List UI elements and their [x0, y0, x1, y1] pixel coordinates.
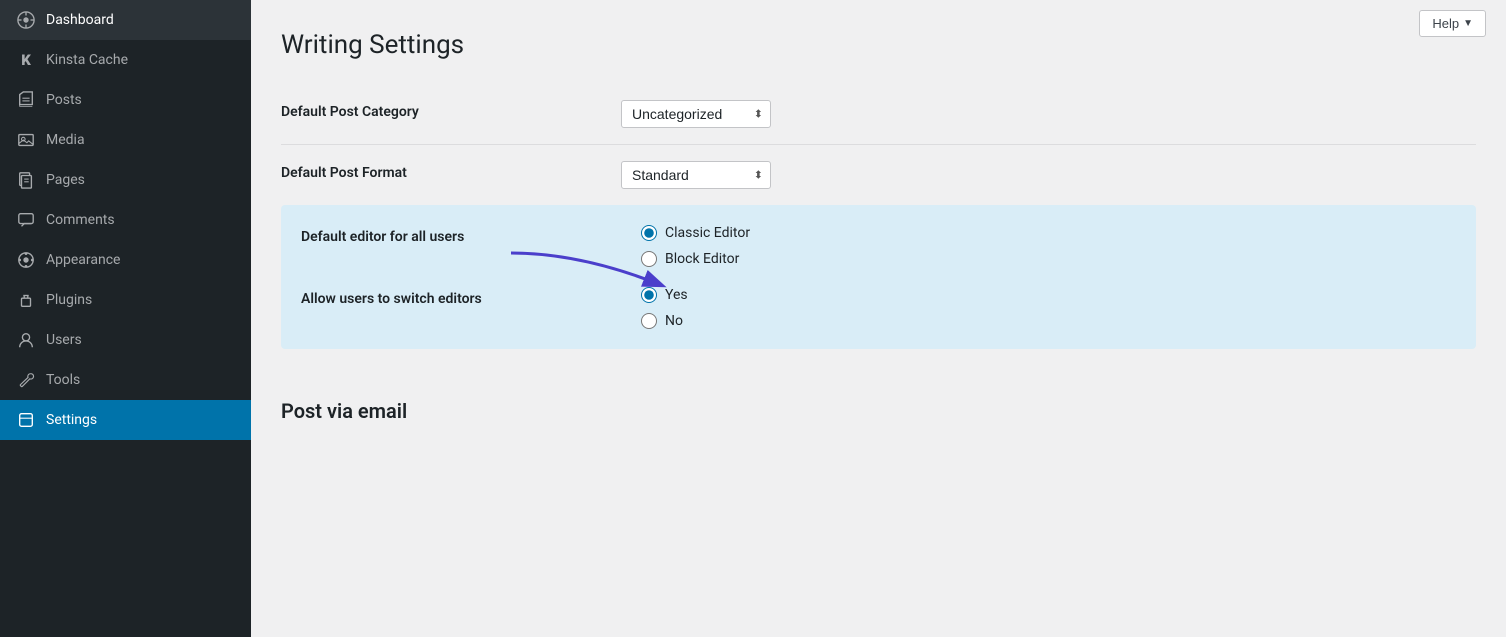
help-label: Help: [1432, 16, 1459, 31]
sidebar-label-appearance: Appearance: [46, 252, 120, 268]
plugins-icon: [16, 290, 36, 310]
kinsta-icon: K: [16, 50, 36, 70]
control-default-editor: Classic Editor Block Editor: [641, 225, 750, 267]
radio-no[interactable]: [641, 313, 657, 329]
sidebar-label-posts: Posts: [46, 92, 82, 108]
sidebar-label-media: Media: [46, 132, 85, 148]
setting-row-post-via-email: Post via email: [281, 357, 1476, 439]
media-icon: [16, 130, 36, 150]
sidebar-label-settings: Settings: [46, 412, 97, 428]
sidebar-item-posts[interactable]: Posts: [0, 80, 251, 120]
settings-icon: [16, 410, 36, 430]
sidebar: Dashboard K Kinsta Cache Posts Media Pag…: [0, 0, 251, 637]
control-default-post-format: Standard Aside Chat Gallery Link Image Q…: [621, 161, 1476, 189]
sidebar-label-users: Users: [46, 332, 82, 348]
comments-icon: [16, 210, 36, 230]
select-wrapper-category: Uncategorized: [621, 100, 771, 128]
help-chevron-icon: ▼: [1463, 18, 1473, 29]
sidebar-label-kinsta: Kinsta Cache: [46, 52, 128, 68]
sidebar-item-settings[interactable]: Settings: [0, 400, 251, 440]
posts-icon: [16, 90, 36, 110]
label-block-editor: Block Editor: [665, 251, 739, 267]
sidebar-label-plugins: Plugins: [46, 292, 92, 308]
tools-icon: [16, 370, 36, 390]
sidebar-label-pages: Pages: [46, 172, 85, 188]
section-title-post-via-email: Post via email: [281, 383, 407, 423]
dashboard-icon: [16, 10, 36, 30]
sidebar-item-appearance[interactable]: Appearance: [0, 240, 251, 280]
sidebar-item-plugins[interactable]: Plugins: [0, 280, 251, 320]
main-content: Help ▼ Writing Settings Default Post Cat…: [251, 0, 1506, 637]
setting-row-default-post-format: Default Post Format Standard Aside Chat …: [281, 144, 1476, 205]
sidebar-label-comments: Comments: [46, 212, 115, 228]
users-icon: [16, 330, 36, 350]
label-yes: Yes: [665, 287, 688, 303]
page-title: Writing Settings: [281, 30, 1476, 60]
sidebar-label-tools: Tools: [46, 372, 80, 388]
label-default-post-format: Default Post Format: [281, 161, 621, 181]
sidebar-item-comments[interactable]: Comments: [0, 200, 251, 240]
control-allow-switch: Yes No: [641, 287, 688, 329]
allow-switch-row: Allow users to switch editors Yes No: [301, 287, 688, 329]
sidebar-item-users[interactable]: Users: [0, 320, 251, 360]
radio-block-editor[interactable]: [641, 251, 657, 267]
label-classic-editor: Classic Editor: [665, 225, 750, 241]
default-editor-row: Default editor for all users Classic Edi…: [301, 225, 750, 267]
help-button[interactable]: Help ▼: [1419, 10, 1486, 37]
settings-table: Default Post Category Uncategorized Defa…: [281, 84, 1476, 439]
sidebar-item-dashboard[interactable]: Dashboard: [0, 0, 251, 40]
radio-item-classic[interactable]: Classic Editor: [641, 225, 750, 241]
sidebar-item-pages[interactable]: Pages: [0, 160, 251, 200]
select-wrapper-format: Standard Aside Chat Gallery Link Image Q…: [621, 161, 771, 189]
sidebar-item-tools[interactable]: Tools: [0, 360, 251, 400]
setting-row-default-post-category: Default Post Category Uncategorized: [281, 84, 1476, 144]
sidebar-item-kinsta-cache[interactable]: K Kinsta Cache: [0, 40, 251, 80]
radio-item-block[interactable]: Block Editor: [641, 251, 750, 267]
appearance-icon: [16, 250, 36, 270]
label-no: No: [665, 313, 683, 329]
pages-icon: [16, 170, 36, 190]
select-default-post-format[interactable]: Standard Aside Chat Gallery Link Image Q…: [621, 161, 771, 189]
radio-item-yes[interactable]: Yes: [641, 287, 688, 303]
sidebar-label-dashboard: Dashboard: [46, 12, 114, 28]
radio-classic-editor[interactable]: [641, 225, 657, 241]
setting-row-highlighted: Default editor for all users Classic Edi…: [281, 205, 1476, 349]
control-default-post-category: Uncategorized: [621, 100, 1476, 128]
label-default-post-category: Default Post Category: [281, 100, 621, 120]
sidebar-item-media[interactable]: Media: [0, 120, 251, 160]
label-default-editor: Default editor for all users: [301, 225, 641, 245]
select-default-post-category[interactable]: Uncategorized: [621, 100, 771, 128]
radio-item-no[interactable]: No: [641, 313, 688, 329]
radio-yes[interactable]: [641, 287, 657, 303]
label-allow-switch: Allow users to switch editors: [301, 287, 641, 307]
